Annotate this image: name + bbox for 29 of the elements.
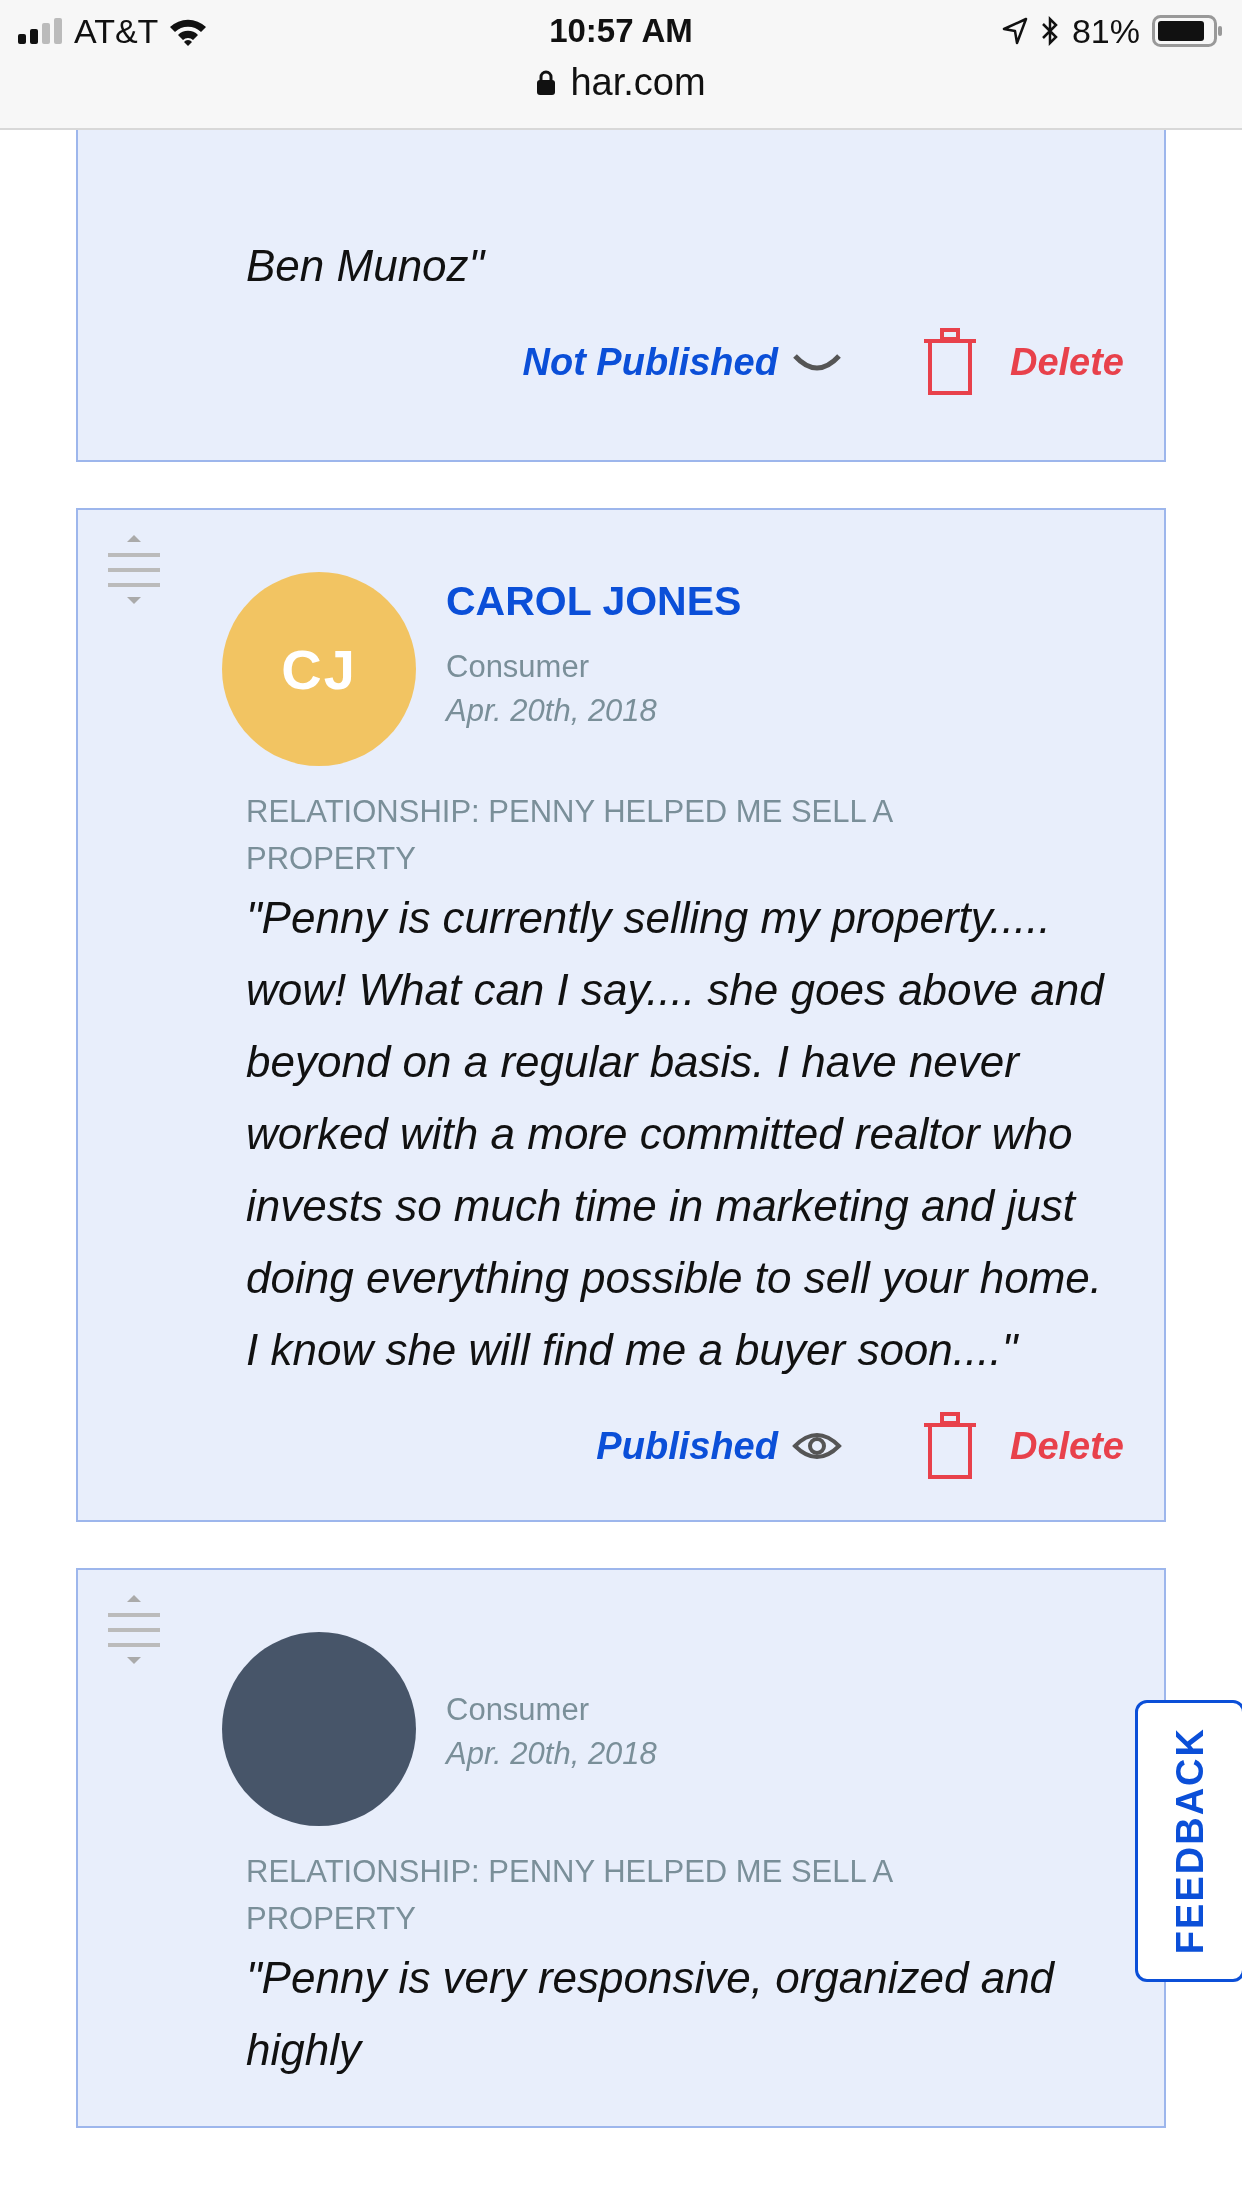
relationship-label: RELATIONSHIP: PENNY HELPED ME SELL A PROPERTY — [246, 1853, 893, 1938]
feedback-tab[interactable]: FEEDBACK — [1135, 1700, 1242, 1982]
reviewer-role: Consumer — [446, 1692, 590, 1728]
review-text: "Penny is very responsive, organized and highly — [246, 1952, 1056, 2076]
url-text[interactable]: har.com — [570, 60, 706, 104]
signal-icon — [18, 18, 64, 44]
lock-icon — [536, 69, 557, 95]
delete-link[interactable]: Delete — [1009, 340, 1124, 384]
avatar: CJ — [222, 572, 416, 766]
reviewer-role: Consumer — [446, 649, 590, 685]
delete-link[interactable]: Delete — [1009, 1424, 1124, 1468]
location-arrow-icon — [1001, 17, 1028, 45]
publish-status-link[interactable]: Not Published — [522, 340, 778, 384]
drag-handle-icon — [108, 1595, 160, 1664]
battery-icon — [1152, 15, 1224, 47]
review-date: Apr. 20th, 2018 — [446, 1736, 657, 1772]
publish-status-link[interactable]: Published — [596, 1424, 778, 1468]
trash-icon — [921, 328, 978, 396]
clock-time: 10:57 AM — [549, 12, 693, 50]
carrier-name: AT&T — [74, 11, 159, 51]
bluetooth-icon — [1039, 15, 1060, 47]
reviewer-name[interactable]: CAROL JONES — [446, 578, 742, 625]
battery-percent: 81% — [1071, 11, 1140, 51]
review-date: Apr. 20th, 2018 — [446, 693, 658, 729]
drag-handle-icon — [108, 535, 160, 604]
relationship-label: RELATIONSHIP: PENNY HELPED ME SELL A PROPERTY — [246, 793, 893, 878]
review-text: Ben Munoz" — [246, 240, 487, 292]
review-text: "Penny is currently selling my property..... wow! What can I say.... she goes above and beyond on a regular basis. I have never worked with a more committed realtor who invests so much time in marketing and just doing everything possible to sell your home. I know she will find me a buyer soon...." — [246, 892, 1106, 1376]
trash-icon — [921, 1412, 978, 1480]
